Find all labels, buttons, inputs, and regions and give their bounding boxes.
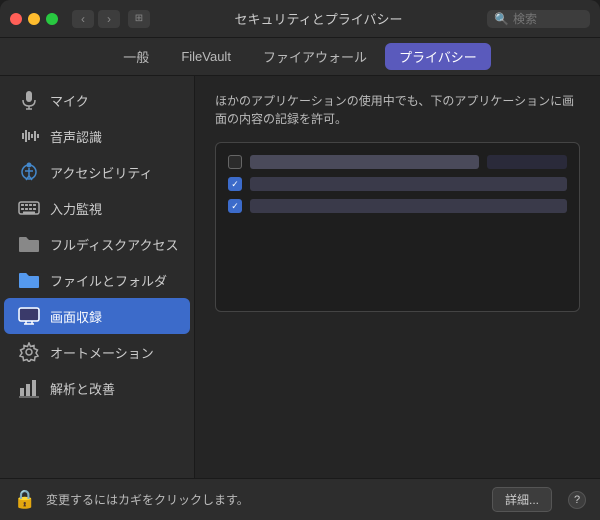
waveform-icon — [18, 125, 40, 147]
keyboard-icon — [18, 197, 40, 219]
folder-blue-icon — [18, 269, 40, 291]
forward-button[interactable]: › — [98, 10, 120, 28]
search-bar[interactable]: 🔍 — [487, 10, 590, 28]
grid-button[interactable]: ⊞ — [128, 10, 150, 28]
titlebar: ‹ › ⊞ セキュリティとプライバシー 🔍 — [0, 0, 600, 38]
app-list-box — [215, 142, 580, 312]
list-item — [220, 151, 575, 173]
search-icon: 🔍 — [494, 12, 509, 26]
sidebar-item-microphone[interactable]: マイク — [4, 82, 190, 118]
lock-icon[interactable]: 🔒 — [14, 489, 36, 511]
sidebar-label-fulldisk: フルディスクアクセス — [50, 235, 178, 254]
app2-name-bar — [250, 177, 567, 191]
gear-icon — [18, 341, 40, 363]
tab-privacy[interactable]: プライバシー — [385, 43, 491, 70]
sidebar-item-files[interactable]: ファイルとフォルダ — [4, 262, 190, 298]
sidebar-item-analytics[interactable]: 解析と改善 — [4, 370, 190, 406]
sidebar-item-fulldisk[interactable]: フルディスクアクセス — [4, 226, 190, 262]
sidebar-item-automation[interactable]: オートメーション — [4, 334, 190, 370]
app1-extra — [487, 155, 567, 169]
help-button[interactable]: ? — [568, 491, 586, 509]
sidebar-label-input: 入力監視 — [50, 199, 102, 218]
app3-name-bar — [250, 199, 567, 213]
accessibility-icon — [18, 161, 40, 183]
sidebar-label-accessibility: アクセシビリティ — [50, 163, 153, 182]
footer-lock-text: 変更するにはカギをクリックします。 — [46, 491, 482, 508]
tab-filevault[interactable]: FileVault — [167, 45, 245, 68]
tabs-row: 一般 FileVault ファイアウォール プライバシー — [0, 38, 600, 76]
sidebar-label-speech: 音声認識 — [50, 127, 102, 146]
window-title: セキュリティとプライバシー — [150, 9, 487, 28]
sidebar-item-accessibility[interactable]: アクセシビリティ — [4, 154, 190, 190]
sidebar-label-microphone: マイク — [50, 91, 89, 110]
sidebar-item-input[interactable]: 入力監視 — [4, 190, 190, 226]
app1-name-bar — [250, 155, 479, 169]
right-panel: ほかのアプリケーションの使用中でも、下のアプリケーションに画面の内容の記録を許可… — [195, 76, 600, 478]
sidebar-item-screen[interactable]: 画面収録 — [4, 298, 190, 334]
tab-firewall[interactable]: ファイアウォール — [249, 43, 381, 70]
tab-general[interactable]: 一般 — [109, 43, 163, 70]
main-content: マイク 音声認識 — [0, 76, 600, 478]
nav-buttons: ‹ › ⊞ — [72, 10, 150, 28]
list-item — [220, 173, 575, 195]
details-button[interactable]: 詳細... — [492, 487, 552, 512]
close-button[interactable] — [10, 13, 22, 25]
search-input[interactable] — [513, 12, 583, 26]
microphone-icon — [18, 89, 40, 111]
panel-description: ほかのアプリケーションの使用中でも、下のアプリケーションに画面の内容の記録を許可… — [215, 92, 580, 128]
sidebar-label-automation: オートメーション — [50, 343, 154, 362]
traffic-lights — [10, 13, 58, 25]
back-button[interactable]: ‹ — [72, 10, 94, 28]
app1-checkbox[interactable] — [228, 155, 242, 169]
list-item — [220, 195, 575, 217]
app3-checkbox[interactable] — [228, 199, 242, 213]
app2-checkbox[interactable] — [228, 177, 242, 191]
chart-icon — [18, 377, 40, 399]
sidebar-label-files: ファイルとフォルダ — [50, 271, 167, 290]
folder-icon — [18, 233, 40, 255]
sidebar-item-speech[interactable]: 音声認識 — [4, 118, 190, 154]
screen-icon — [18, 305, 40, 327]
maximize-button[interactable] — [46, 13, 58, 25]
footer: 🔒 変更するにはカギをクリックします。 詳細... ? — [0, 478, 600, 520]
sidebar-label-screen: 画面収録 — [50, 307, 102, 326]
minimize-button[interactable] — [28, 13, 40, 25]
sidebar-label-analytics: 解析と改善 — [50, 379, 115, 398]
sidebar: マイク 音声認識 — [0, 76, 195, 478]
